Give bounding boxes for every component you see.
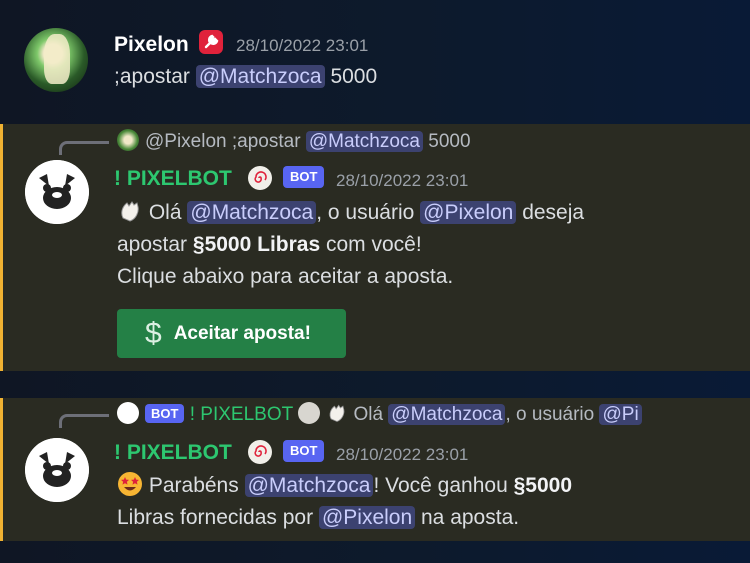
text: Parabéns: [148, 474, 239, 497]
message-pixelbot-bet: @Pixelon ;apostar @Matchzoca 5000 ! PIXE…: [0, 124, 750, 371]
reply-connector: [59, 141, 109, 155]
content-line-1: Parabéns @Matchzoca! Você ganhou §5000: [117, 470, 572, 502]
timestamp: 28/10/2022 23:01: [336, 445, 469, 464]
text: deseja: [522, 201, 585, 224]
button-label: Aceitar aposta!: [173, 322, 311, 344]
user-avatar[interactable]: [24, 28, 88, 92]
spiral-badge-icon: [248, 440, 272, 464]
reply-preview[interactable]: @Pixelon ;apostar @Matchzoca 5000: [117, 129, 471, 153]
message-pixelbot-result: BOT ! PIXELBOT Olá @Matchzoca, o usuário…: [0, 398, 750, 541]
reply-mention[interactable]: @Matchzoca: [388, 404, 506, 425]
message-content: Olá @Matchzoca, o usuário @Pixelon desej…: [117, 197, 584, 293]
bet-amount: §5000 Libras: [192, 233, 321, 256]
content-line-1: Olá @Matchzoca, o usuário @Pixelon desej…: [117, 197, 584, 229]
reply-author[interactable]: @Pixelon: [145, 131, 227, 152]
star-struck-icon: [117, 471, 143, 497]
text: com você!: [326, 233, 422, 256]
message-content: Parabéns @Matchzoca! Você ganhou §5000 L…: [117, 470, 572, 534]
pug-icon: [25, 438, 89, 502]
accept-bet-button[interactable]: $ Aceitar aposta!: [117, 309, 346, 358]
timestamp: 28/10/2022 23:01: [336, 171, 469, 190]
author-name[interactable]: Pixelon: [114, 33, 189, 57]
bot-tag: BOT: [283, 166, 325, 188]
reply-connector: [59, 414, 109, 428]
reply-command: ;apostar: [231, 131, 301, 152]
content-line-2: Libras fornecidas por @Pixelon na aposta…: [117, 502, 572, 534]
reply-amount: 5000: [428, 131, 471, 152]
timestamp: 28/10/2022 23:01: [236, 36, 369, 55]
text: ! Você ganhou: [373, 474, 508, 497]
command-text: ;apostar: [114, 65, 190, 88]
reply-text: , o usuário: [505, 404, 595, 425]
text: apostar: [117, 233, 188, 256]
mention-pixelon[interactable]: @Pixelon: [420, 201, 517, 224]
reply-bot-tag: BOT: [145, 404, 185, 423]
text: Olá: [148, 201, 182, 224]
reply-preview[interactable]: BOT ! PIXELBOT Olá @Matchzoca, o usuário…: [117, 402, 683, 426]
reply-author[interactable]: ! PIXELBOT: [190, 404, 293, 425]
spiral-badge-icon: [248, 166, 272, 190]
text: na aposta.: [421, 506, 520, 529]
message-pixelon: Pixelon 28/10/2022 23:01 ;apostar @Match…: [0, 0, 750, 120]
mention-matchzoca[interactable]: @Matchzoca: [187, 201, 317, 224]
won-amount: §5000: [513, 474, 573, 497]
author-name[interactable]: ! PIXELBOT: [114, 167, 232, 191]
amount-text: 5000: [330, 65, 378, 88]
mini-pug-icon: [117, 402, 139, 424]
bot-avatar[interactable]: [25, 160, 89, 224]
content-line-2: apostar §5000 Libras com você!: [117, 229, 584, 261]
mention-pixelon[interactable]: @Pixelon: [318, 506, 416, 529]
pug-icon: [25, 160, 89, 224]
wrench-icon: [199, 30, 223, 54]
author-name[interactable]: ! PIXELBOT: [114, 441, 232, 465]
reply-mention[interactable]: @Pi: [599, 404, 642, 425]
content-line-3: Clique abaixo para aceitar a aposta.: [117, 265, 454, 288]
mention-matchzoca[interactable]: @Matchzoca: [195, 65, 325, 88]
mention-matchzoca[interactable]: @Matchzoca: [244, 474, 374, 497]
reply-mention[interactable]: @Matchzoca: [305, 131, 423, 152]
text: , o usuário: [316, 201, 415, 224]
reply-text: Olá: [353, 404, 384, 425]
dollar-icon: $: [145, 316, 162, 350]
text: Libras fornecidas por: [117, 506, 314, 529]
bot-tag: BOT: [283, 440, 325, 462]
wave-icon: [117, 198, 143, 224]
mini-avatar: [117, 129, 139, 151]
wave-icon: [326, 402, 348, 424]
message-content: ;apostar @Matchzoca 5000: [114, 61, 377, 93]
bot-avatar[interactable]: [25, 438, 89, 502]
spiral-badge-icon: [298, 402, 321, 424]
